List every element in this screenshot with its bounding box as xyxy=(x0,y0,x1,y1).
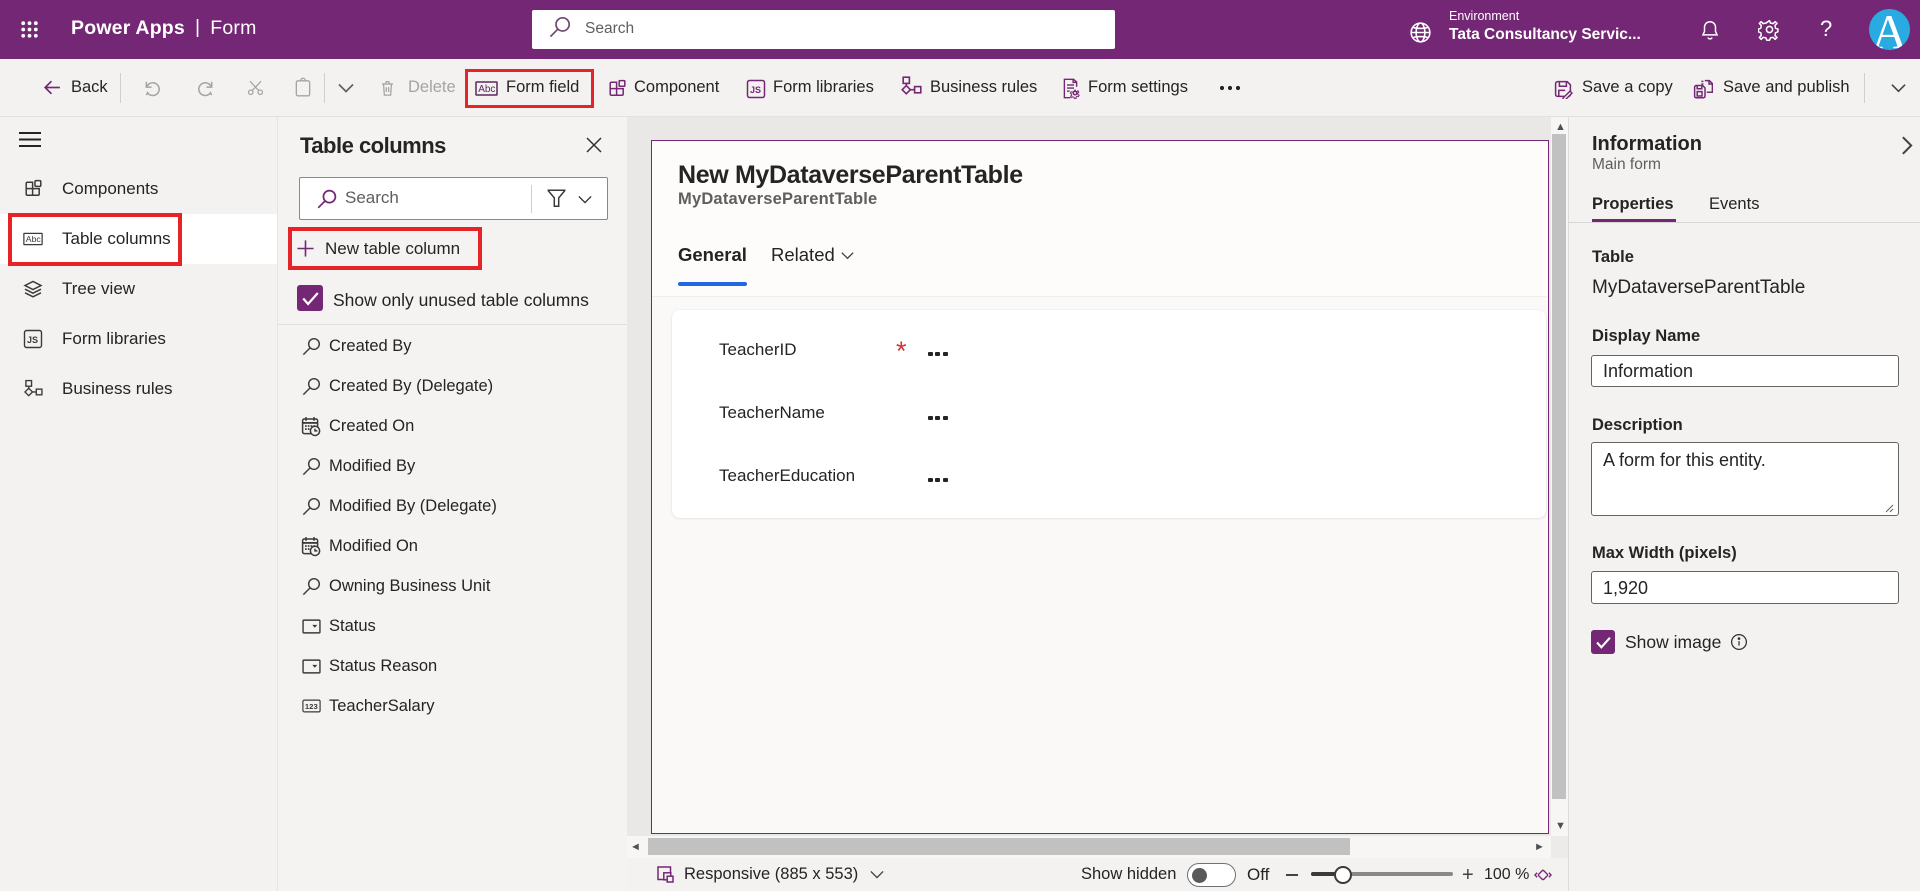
svg-text:JS: JS xyxy=(27,335,38,345)
svg-text:123: 123 xyxy=(304,702,317,711)
svg-text:JS: JS xyxy=(750,85,761,95)
svg-text:Abc: Abc xyxy=(478,84,495,95)
